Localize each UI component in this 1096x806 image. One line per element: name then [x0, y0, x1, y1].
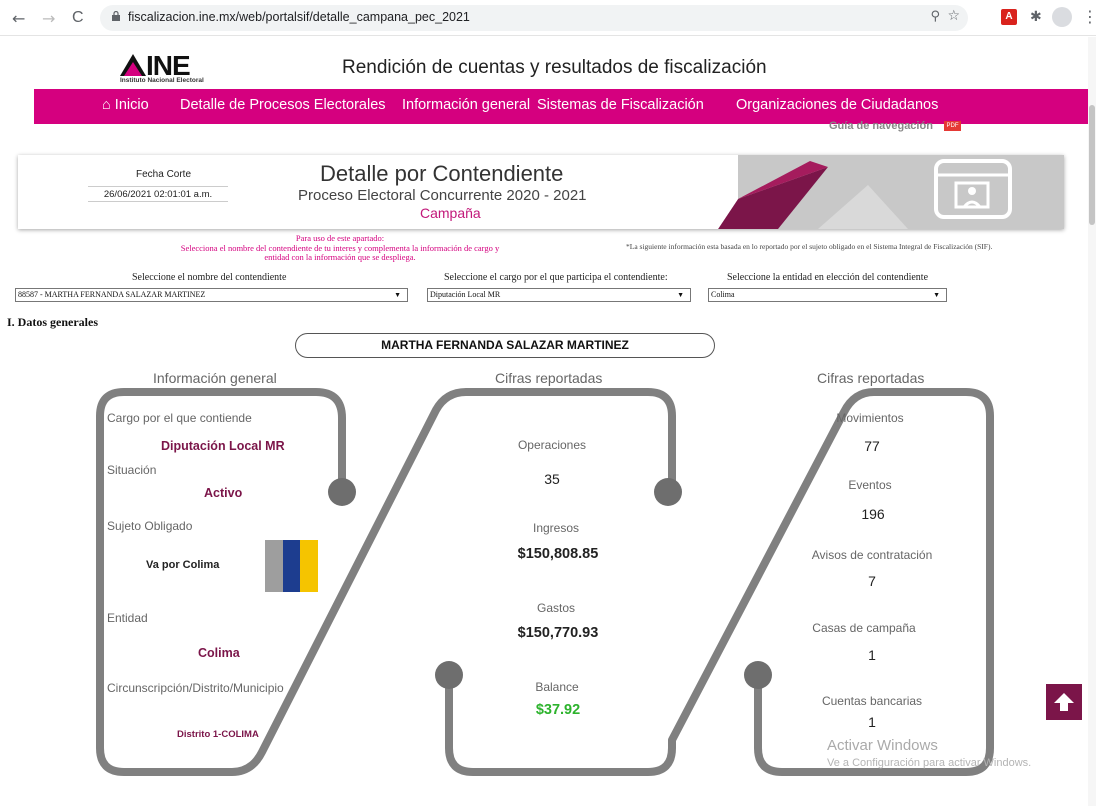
arrow-up-icon: [1054, 693, 1074, 711]
panel-cifras2-heading: Cifras reportadas: [817, 370, 925, 386]
back-to-top-button[interactable]: [1046, 684, 1082, 720]
cargo-label: Cargo por el que contiende: [107, 411, 252, 425]
sujeto-value: Va por Colima: [146, 559, 220, 571]
panel-info-heading: Información general: [153, 370, 277, 386]
operaciones-value: 35: [544, 471, 560, 487]
activate-windows-title: Activar Windows: [827, 737, 938, 754]
prd-logo: [300, 540, 319, 592]
pan-logo: [282, 540, 301, 592]
gastos-value: $150,770.93: [517, 625, 599, 641]
ingresos-label: Ingresos: [532, 521, 580, 535]
entidad-label: Entidad: [107, 611, 148, 625]
activate-windows-subtitle: Ve a Configuración para activar Windows.: [827, 757, 1032, 769]
circunscripcion-label: Circunscripción/Distrito/Municipio: [107, 681, 284, 695]
circunscripcion-value: Distrito 1-COLIMA: [177, 729, 259, 740]
ingresos-value: $150,808.85: [517, 546, 599, 562]
movimientos-value: 77: [864, 438, 880, 454]
situacion-value: Activo: [204, 486, 243, 500]
movimientos-label: Movimientos: [836, 411, 904, 425]
entidad-value: Colima: [198, 646, 240, 660]
balance-label: Balance: [535, 680, 579, 694]
gastos-label: Gastos: [536, 601, 576, 615]
panel-cifras1-heading: Cifras reportadas: [495, 370, 603, 386]
cuentas-label: Cuentas bancarias: [821, 694, 923, 708]
party-logos: [265, 540, 319, 592]
cargo-value: Diputación Local MR: [161, 439, 285, 453]
cuentas-value: 1: [868, 714, 876, 730]
sujeto-label: Sujeto Obligado: [107, 519, 193, 533]
avisos-value: 7: [868, 573, 876, 589]
casas-label: Casas de campaña: [812, 621, 916, 635]
balance-value: $37.92: [535, 702, 581, 718]
eventos-value: 196: [861, 506, 885, 522]
eventos-label: Eventos: [848, 478, 892, 492]
pri-logo: [265, 540, 283, 592]
operaciones-label: Operaciones: [517, 438, 587, 452]
page-scrollbar[interactable]: [1088, 37, 1096, 806]
situacion-label: Situación: [107, 463, 157, 477]
casas-value: 1: [868, 647, 876, 663]
scrollbar-thumb[interactable]: [1089, 105, 1095, 225]
avisos-label: Avisos de contratación: [811, 548, 933, 562]
